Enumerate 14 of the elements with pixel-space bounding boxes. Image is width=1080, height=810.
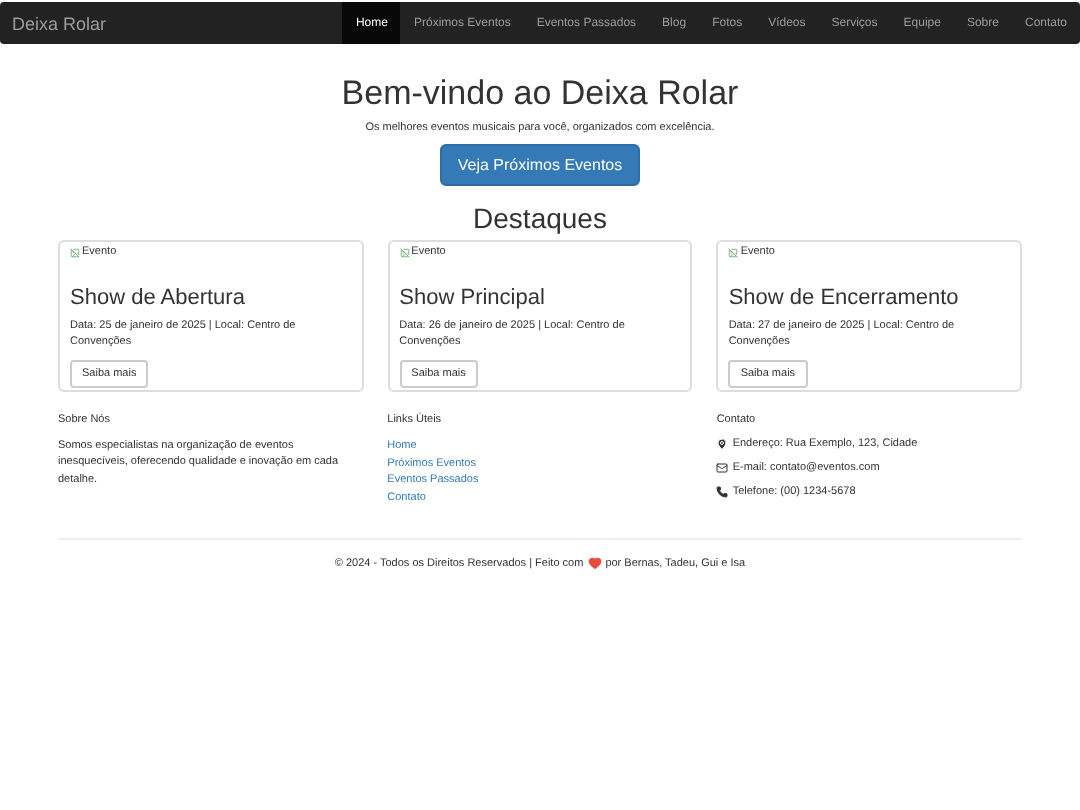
phone-icon (716, 486, 729, 498)
card-title: Show Principal (399, 286, 545, 310)
card-title: Show de Abertura (70, 286, 245, 310)
envelope-icon (716, 462, 729, 474)
brand-name[interactable]: Deixa Rolar (0, 2, 107, 44)
map-pin-icon (716, 438, 729, 450)
broken-image-icon (728, 247, 739, 257)
heart-icon (587, 556, 602, 570)
broken-image-icon (399, 247, 410, 257)
broken-image-icon (70, 247, 80, 257)
section-title: Destaques (471, 202, 609, 234)
events-button[interactable]: Veja Próximos Eventos (439, 144, 641, 186)
hero-title: Bem-vindo ao Deixa Rolar (341, 74, 739, 114)
card-title: Show de Encerramento (728, 286, 959, 310)
